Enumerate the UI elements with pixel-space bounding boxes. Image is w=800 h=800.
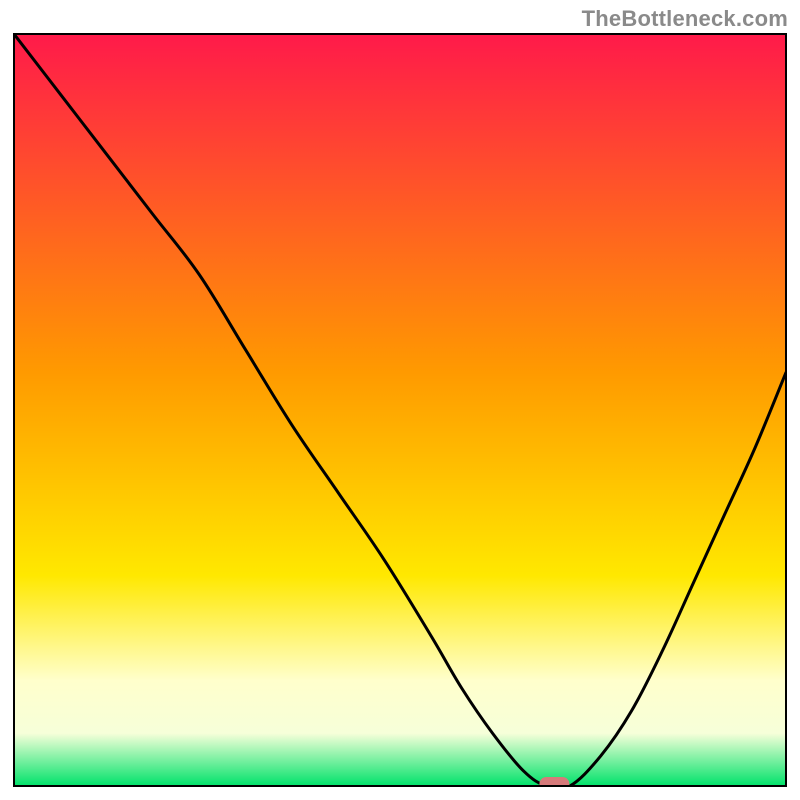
attribution-label: TheBottleneck.com: [582, 6, 788, 32]
gradient-background: [14, 34, 786, 786]
bottleneck-chart-svg: [0, 0, 800, 800]
chart-container: TheBottleneck.com: [0, 0, 800, 800]
optimal-marker: [539, 777, 569, 791]
